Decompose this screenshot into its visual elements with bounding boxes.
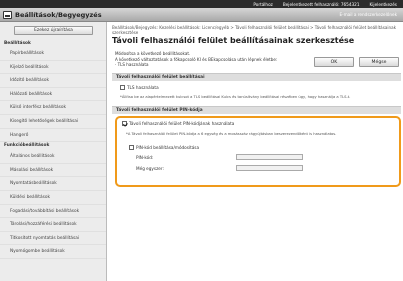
breadcrumb[interactable]: Beállítások/Bejegyzés: Kezelési beállítá… xyxy=(112,25,402,35)
logout-link[interactable]: Kijelentkezés xyxy=(370,2,398,7)
sidebar-item-external-interface[interactable]: Külső interfész beállítások xyxy=(0,101,106,115)
sidebar-item-print[interactable]: Nyomtatásbeállítások xyxy=(0,177,106,191)
tls-row[interactable]: TLS használata xyxy=(120,85,159,90)
sidebar-item-timer[interactable]: Időzítő beállítások xyxy=(0,74,106,88)
sidebar-item-receive-forward[interactable]: Fogadási/továbbítási beállítások xyxy=(0,205,106,219)
pin-code-label: PIN-kód: xyxy=(136,155,154,160)
pin-confirm-label: Még egyszer: xyxy=(136,166,164,171)
portal-link[interactable]: Portálhoz xyxy=(253,2,272,7)
sidebar-item-paper[interactable]: Papírbeállítások xyxy=(0,47,106,61)
pin-settings-label: PIN-kód beállítása/módosítása xyxy=(136,145,200,150)
pin-confirm-input[interactable] xyxy=(236,165,303,171)
settings-register-icon xyxy=(3,11,12,19)
tls-note: *Állítsa be az alapértelmezett kulcsot a… xyxy=(120,95,351,99)
section-remote-ui-pin: Távoli felhasználói felület PIN-kódja xyxy=(112,106,401,114)
description-line: · TLS használata xyxy=(115,62,149,67)
email-admin-link[interactable]: E-mail a rendszerkezelőnek xyxy=(339,12,397,17)
sidebar-item-accessibility[interactable]: Kisegítő lehetőségek beállításai xyxy=(0,115,106,129)
sidebar-item-send[interactable]: Küldési beállítások xyxy=(0,191,106,205)
sidebar-item-button[interactable]: Nyomógombe beállítások xyxy=(0,245,106,259)
top-bar: Portálhoz Bejelentkezett felhasználó: 76… xyxy=(0,0,403,8)
logged-in-user-id: 7654321 xyxy=(340,1,360,7)
app-title-text: Beállítások/Begyegyzés xyxy=(15,11,102,19)
sidebar-item-display[interactable]: Kijelző beállítások xyxy=(0,61,106,75)
pin-settings-checkbox[interactable] xyxy=(129,145,134,150)
section-remote-ui-settings: Távoli felhasználói felület beállításai xyxy=(112,73,401,81)
top-bar-links: Portálhoz Bejelentkezett felhasználó: 76… xyxy=(253,0,397,8)
tls-label: TLS használata xyxy=(127,85,159,90)
sidebar-item-secure-print[interactable]: Titkosított nyomtatás beállításai xyxy=(0,232,106,246)
sidebar-item-general[interactable]: Általános beállítások xyxy=(0,150,106,164)
sidebar-item-copy[interactable]: Másolási beállítások xyxy=(0,164,106,178)
sidebar-item-network[interactable]: Hálózati beállítások xyxy=(0,88,106,102)
pin-highlight-box xyxy=(115,116,401,187)
ok-button[interactable]: OK xyxy=(314,57,354,67)
page-title: Távoli felhasználói felület beállításain… xyxy=(112,36,355,45)
description: Módosítsa a következő beállításokat. A k… xyxy=(115,51,315,68)
sidebar-item-volume[interactable]: Hangerő xyxy=(0,129,106,143)
header: Beállítások/Begyegyzés E-mail a rendszer… xyxy=(0,8,403,22)
pin-enable-checkbox[interactable] xyxy=(122,121,127,126)
pin-enable-note: *A Távoli felhasználói felület PIN-kódja… xyxy=(126,132,337,136)
logged-in-user: Bejelentkezett felhasználó: 7654321 xyxy=(283,2,360,7)
logged-in-user-label: Bejelentkezett felhasználó: xyxy=(282,1,340,7)
app-title: Beállítások/Begyegyzés xyxy=(3,10,102,20)
cancel-button[interactable]: Mégse xyxy=(359,57,399,67)
sidebar-list: Beállítások Papírbeállítások Kijelző beá… xyxy=(0,40,106,259)
pin-enable-row[interactable]: Távoli felhasználói felület PIN-kódjának… xyxy=(122,121,234,126)
sidebar: Ezekez újraírítása Beállítások Papírbeál… xyxy=(0,22,107,281)
sidebar-section-settings: Beállítások xyxy=(4,41,31,46)
pin-enable-label: Távoli felhasználói felület PIN-kódjának… xyxy=(129,121,235,126)
sidebar-item-store-access[interactable]: Tárolási/hozzáférési beállítások xyxy=(0,218,106,232)
main-content: Beállítások/Bejegyzés: Kezelési beállítá… xyxy=(108,22,403,281)
pin-code-input[interactable] xyxy=(236,154,303,160)
sidebar-section-function: Funkcióbeállítások xyxy=(4,143,50,149)
sidebar-back-button[interactable]: Ezekez újraírítása xyxy=(14,26,93,35)
tls-checkbox[interactable] xyxy=(120,85,125,90)
pin-settings-row[interactable]: PIN-kód beállítása/módosítása xyxy=(129,145,199,150)
sidebar-fade xyxy=(0,267,106,281)
